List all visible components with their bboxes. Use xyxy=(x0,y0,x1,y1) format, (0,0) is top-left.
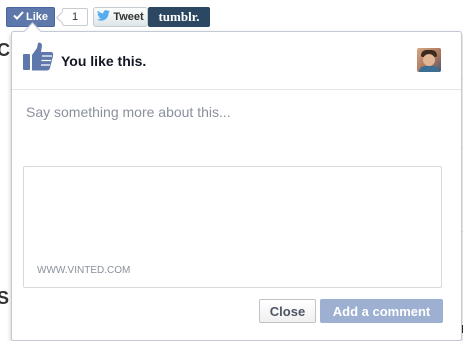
close-button[interactable]: Close xyxy=(259,299,316,323)
twitter-bird-icon xyxy=(97,10,111,24)
popup-header: You like this. xyxy=(12,32,461,90)
like-label: Like xyxy=(25,11,48,23)
comment-input[interactable] xyxy=(12,90,461,150)
thumbs-up-icon xyxy=(22,42,54,77)
tweet-button[interactable]: Tweet xyxy=(93,7,148,27)
background-text: S xyxy=(0,288,10,308)
link-preview-card: WWW.VINTED.COM xyxy=(23,166,442,288)
tweet-label: Tweet xyxy=(113,11,144,23)
checkmark-icon xyxy=(13,11,24,23)
popup-header-text: You like this. xyxy=(61,53,147,69)
preview-domain: WWW.VINTED.COM xyxy=(37,265,131,276)
avatar xyxy=(417,48,441,72)
like-count-badge: 1 xyxy=(62,8,88,26)
like-popup: You like this. WWW.VINTED.COM Close Add … xyxy=(11,22,462,341)
add-comment-button[interactable]: Add a comment xyxy=(320,299,443,323)
background-text: C xyxy=(0,40,10,60)
tumblr-button[interactable]: tumblr. xyxy=(148,7,210,27)
